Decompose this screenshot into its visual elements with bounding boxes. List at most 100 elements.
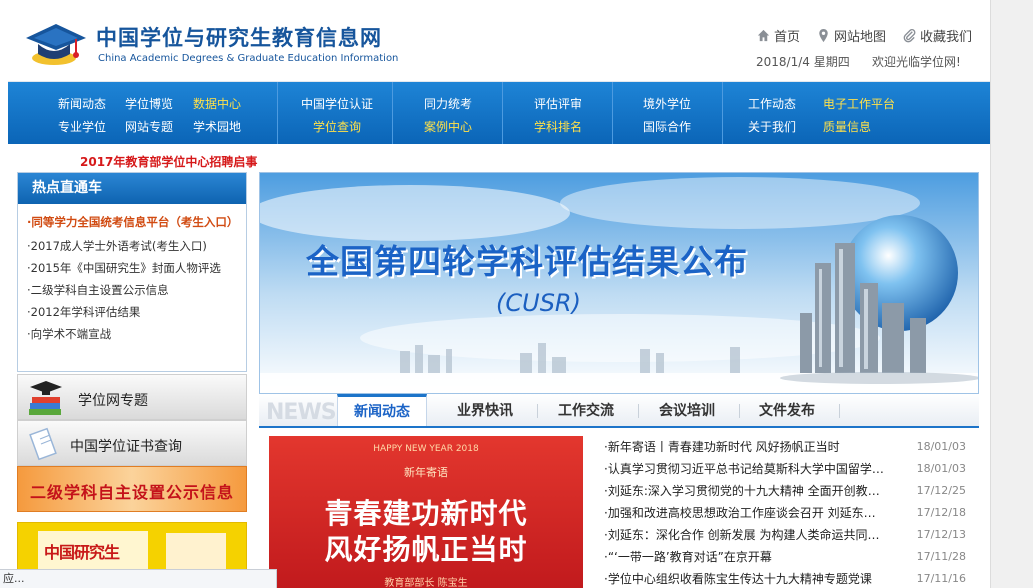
news-item[interactable]: ·认真学习贯彻习近平总书记给莫斯科大学中国留学生回信精神 18/01/03: [604, 459, 966, 481]
sitemap-link[interactable]: 网站地图: [816, 26, 886, 45]
diploma-icon: [29, 427, 57, 461]
favorite-link[interactable]: 收藏我们: [902, 26, 972, 45]
nav-evaluation-review[interactable]: 评估评审: [534, 95, 582, 112]
news-item-date: 17/12/25: [916, 484, 966, 497]
news-feature-image[interactable]: HAPPY NEW YEAR 2018 新年寄语 青春建功新时代 风好扬帆正当时…: [269, 436, 583, 588]
news-item-date: 18/01/03: [916, 440, 966, 453]
hot-item-adult-english-exam[interactable]: ·2017成人学士外语考试(考生入口): [27, 235, 240, 257]
nav-site-topics[interactable]: 网站专题: [125, 118, 173, 135]
tab-separator: [638, 404, 639, 418]
site-header: 中国学位与研究生教育信息网 China Academic Degrees & G…: [8, 0, 990, 82]
nav-work-updates[interactable]: 工作动态: [748, 95, 796, 112]
magazine-title: 中国研究生: [44, 543, 120, 562]
hot-item-discipline-publicity[interactable]: ·二级学科自主设置公示信息: [27, 279, 240, 301]
news-item-title: ·新年寄语丨青春建功新时代 风好扬帆正当时: [604, 440, 840, 454]
news-watermark: NEWS: [266, 400, 337, 425]
nav-group-certification: 中国学位认证 学位查询: [278, 82, 393, 144]
nav-e-work-platform[interactable]: 电子工作平台: [823, 95, 895, 112]
news-item-date: 17/12/13: [916, 528, 966, 541]
news-item[interactable]: ·刘延东:深入学习贯彻党的十九大精神 全面开创教育事业新局面 17/12/25: [604, 481, 966, 503]
nav-group-exam: 同力统考 案例中心: [393, 82, 503, 144]
topic-banner[interactable]: 学位网专题: [17, 374, 247, 420]
news-item[interactable]: ·新年寄语丨青春建功新时代 风好扬帆正当时 18/01/03: [604, 437, 966, 459]
nav-international-cooperation[interactable]: 国际合作: [643, 118, 691, 135]
site-title-english: China Academic Degrees & Graduate Educat…: [98, 53, 399, 64]
home-link-label: 首页: [774, 30, 801, 45]
current-date: 2018/1/4 星期四: [756, 55, 850, 69]
nav-about-us[interactable]: 关于我们: [748, 118, 796, 135]
tab-separator: [739, 404, 740, 418]
home-icon: [757, 29, 770, 42]
nav-degree-query[interactable]: 学位查询: [313, 118, 361, 135]
news-item-title: ·加强和改进高校思想政治工作座谈会召开 刘延东出席并讲话: [604, 506, 886, 520]
news-item-date: 18/01/03: [916, 462, 966, 475]
hero-subtitle: (CUSR): [496, 289, 581, 317]
nav-data-center[interactable]: 数据中心: [193, 95, 241, 112]
news-item-title: ·认真学习贯彻习近平总书记给莫斯科大学中国留学生回信精神: [604, 462, 886, 476]
news-item[interactable]: ·刘延东：深化合作 创新发展 为构建人类命运共同体作贡献 17/12/13: [604, 525, 966, 547]
hot-item-academic-misconduct[interactable]: ·向学术不端宣战: [27, 323, 240, 345]
tab-industry-news[interactable]: 业界快讯: [457, 394, 513, 426]
hot-topics-list: ·同等学力全国统考信息平台（考生入口） ·2017成人学士外语考试(考生入口) …: [18, 204, 246, 345]
home-link[interactable]: 首页: [756, 26, 800, 45]
hero-banner[interactable]: 全国第四轮学科评估结果公布 (CUSR): [259, 172, 979, 394]
nav-discipline-ranking[interactable]: 学科排名: [534, 118, 582, 135]
nav-overseas-degree[interactable]: 境外学位: [643, 95, 691, 112]
news-list: ·新年寄语丨青春建功新时代 风好扬帆正当时 18/01/03 ·认真学习贯彻习近平…: [604, 437, 966, 588]
news-item-date: 17/12/18: [916, 506, 966, 519]
news-item-date: 17/11/28: [916, 550, 966, 563]
news-tabs: NEWS 新闻动态 业界快讯 工作交流 会议培训 文件发布: [259, 394, 979, 428]
topic-banner-label: 学位网专题: [78, 393, 148, 409]
page-scrollbar-area[interactable]: [990, 0, 1033, 588]
news-image-label: 新年寄语: [404, 466, 448, 479]
hot-item-cover-person[interactable]: ·2015年《中国研究生》封面人物评选: [27, 257, 240, 279]
tab-separator: [537, 404, 538, 418]
certificate-query-label: 中国学位证书查询: [70, 439, 182, 455]
nav-professional-degree[interactable]: 专业学位: [58, 118, 106, 135]
certificate-query-banner[interactable]: 中国学位证书查询: [17, 420, 247, 466]
sitemap-link-label: 网站地图: [834, 30, 887, 45]
news-item-title: ·学位中心组织收看陈宝生传达十九大精神专题党课: [604, 572, 872, 586]
nav-unified-exam[interactable]: 同力统考: [424, 95, 472, 112]
hot-topics-title: 热点直通车: [18, 173, 246, 204]
hero-title: 全国第四轮学科评估结果公布: [306, 242, 748, 281]
news-item[interactable]: ·加强和改进高校思想政治工作座谈会召开 刘延东出席并讲话 17/12/18: [604, 503, 966, 525]
nav-group-overseas: 境外学位 国际合作: [613, 82, 723, 144]
recruitment-notice-link[interactable]: 2017年教育部学位中心招聘启事: [80, 153, 257, 170]
tab-work-exchange[interactable]: 工作交流: [558, 394, 614, 426]
favorite-link-label: 收藏我们: [920, 30, 973, 45]
nav-degree-certification[interactable]: 中国学位认证: [301, 95, 373, 112]
page: 中国学位与研究生教育信息网 China Academic Degrees & G…: [8, 0, 990, 588]
nav-group-news: 新闻动态 学位博览 数据中心 专业学位 网站专题 学术园地: [8, 82, 278, 144]
nav-degree-expo[interactable]: 学位博览: [125, 95, 173, 112]
tab-separator: [839, 404, 840, 418]
news-item-title: ·“‘一带一路’教育对话”在京开幕: [604, 550, 772, 564]
map-pin-icon: [819, 28, 828, 43]
news-image-footer: 教育部部长 陈宝生: [384, 578, 468, 588]
nav-academic-garden[interactable]: 学术园地: [193, 118, 241, 135]
nav-news[interactable]: 新闻动态: [58, 95, 106, 112]
news-item-title: ·刘延东：深化合作 创新发展 为构建人类命运共同体作贡献: [604, 528, 886, 542]
site-title: 中国学位与研究生教育信息网: [96, 26, 382, 50]
hero-background-graphic: [260, 173, 978, 393]
hot-topics-panel: 热点直通车 ·同等学力全国统考信息平台（考生入口） ·2017成人学士外语考试(…: [17, 172, 247, 372]
nav-quality-info[interactable]: 质量信息: [823, 118, 871, 135]
nav-case-center[interactable]: 案例中心: [424, 118, 472, 135]
news-item[interactable]: ·“‘一带一路’教育对话”在京开幕 17/11/28: [604, 547, 966, 569]
news-image-year: HAPPY NEW YEAR 2018: [373, 444, 479, 454]
welcome-text: 欢迎光临学位网!: [872, 55, 961, 69]
books-icon: [29, 381, 62, 415]
hot-item-exam-platform[interactable]: ·同等学力全国统考信息平台（考生入口）: [27, 212, 240, 233]
news-image-headline-2: 风好扬帆正当时: [324, 533, 528, 566]
news-item[interactable]: ·学位中心组织收看陈宝生传达十九大精神专题党课 17/11/16: [604, 569, 966, 588]
hot-item-2012-evaluation[interactable]: ·2012年学科评估结果: [27, 301, 240, 323]
main-navigation: 新闻动态 学位博览 数据中心 专业学位 网站专题 学术园地 中国学位认证 学位查…: [8, 82, 990, 144]
tab-news[interactable]: 新闻动态: [337, 394, 427, 426]
news-item-date: 17/11/16: [916, 572, 966, 585]
discipline-publicity-banner[interactable]: 二级学科自主设置公示信息: [17, 466, 247, 512]
news-image-headline-1: 青春建功新时代: [324, 497, 528, 530]
tab-meetings[interactable]: 会议培训: [659, 394, 715, 426]
paperclip-icon: [903, 29, 916, 43]
tab-documents[interactable]: 文件发布: [759, 394, 815, 426]
graduation-cap-logo-icon: [26, 24, 86, 65]
